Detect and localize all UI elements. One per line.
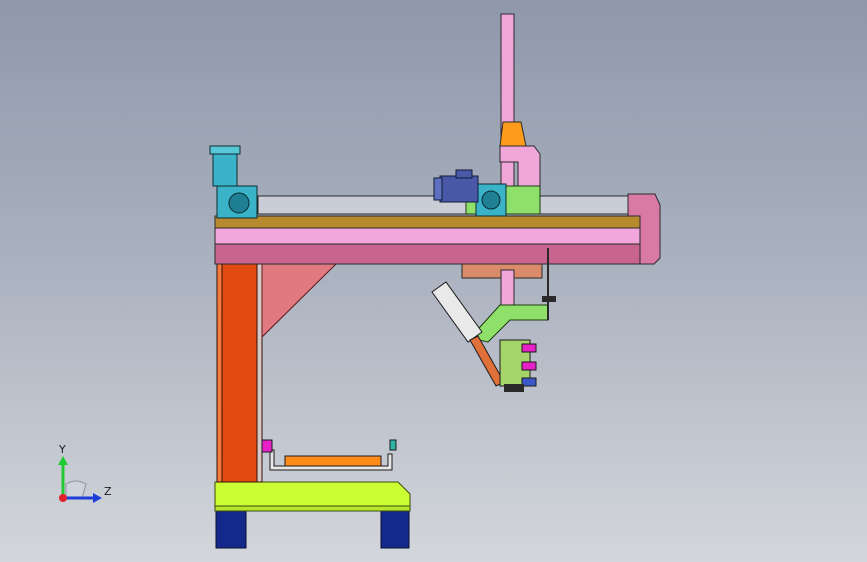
- base-platform: [214, 481, 411, 509]
- motor-top: [439, 175, 479, 203]
- column-edge: [216, 261, 223, 483]
- y-axis-label: Y: [58, 443, 66, 456]
- gearbox-left-flange: [228, 192, 250, 214]
- base-edge: [214, 505, 411, 512]
- foot-left: [215, 507, 247, 549]
- graphics-viewport[interactable]: Y Z: [0, 0, 867, 562]
- beam-pink-lower: [214, 243, 642, 265]
- triad-arc: [65, 480, 87, 499]
- z-axis-arrow: [93, 493, 102, 503]
- pneumatic-cylinder: [431, 281, 483, 343]
- motor-left-cap: [209, 145, 241, 155]
- head-clamp-3: [521, 377, 537, 387]
- motor-top-box: [455, 169, 473, 179]
- column: [216, 261, 262, 483]
- fixture-teal: [389, 439, 397, 451]
- motor-top-cap: [433, 177, 443, 201]
- z-axis-label: Z: [104, 485, 112, 498]
- beam-pink-upper: [214, 227, 642, 245]
- head-clamp-2: [521, 361, 537, 371]
- foot-right: [380, 507, 410, 549]
- head-bracket: [469, 304, 549, 343]
- bracket-orange: [499, 121, 527, 147]
- cylinder-rod: [469, 335, 505, 387]
- fixture-magenta: [261, 439, 273, 453]
- cad-model[interactable]: [0, 0, 867, 562]
- mast: [500, 13, 515, 205]
- y-axis-arrow: [58, 456, 68, 465]
- column-plate: [256, 261, 263, 483]
- beam-gold: [214, 215, 642, 229]
- head-rod-block: [542, 296, 556, 302]
- head-clamp-1: [521, 343, 537, 353]
- origin-dot: [59, 494, 67, 502]
- motor-left: [212, 149, 238, 187]
- gearbox-top-flange: [481, 190, 501, 210]
- mast-lower: [500, 269, 515, 307]
- head-lower: [504, 384, 524, 392]
- gusset: [261, 263, 338, 339]
- axis-triad[interactable]: Y Z: [48, 440, 118, 510]
